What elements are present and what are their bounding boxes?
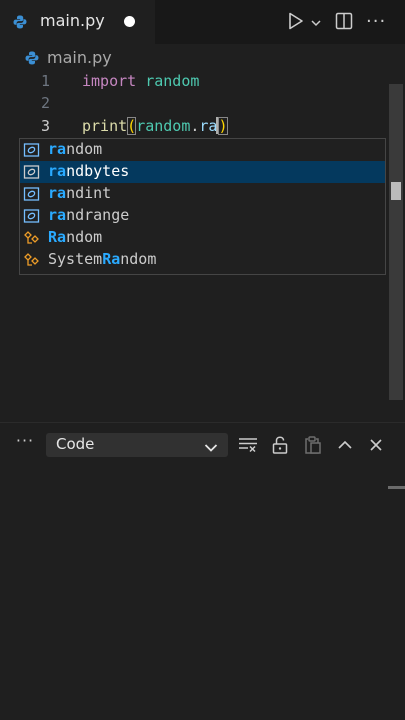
- breadcrumb-file[interactable]: main.py: [47, 48, 112, 67]
- suggestion-item[interactable]: SystemRandom: [20, 249, 385, 271]
- python-file-icon: [25, 50, 39, 65]
- suggestion-text: ndom: [66, 140, 103, 158]
- clear-output-icon[interactable]: [238, 435, 258, 455]
- output-channel-value: Code: [56, 435, 95, 453]
- match-text: ra: [48, 184, 67, 202]
- panel-more-icon[interactable]: ···: [14, 431, 36, 451]
- chevron-down-icon[interactable]: [310, 14, 322, 27]
- suggestion-item[interactable]: random: [20, 139, 385, 161]
- maximize-panel-icon[interactable]: [335, 435, 355, 455]
- function-print: print: [82, 117, 128, 135]
- python-file-icon: [13, 14, 27, 29]
- code-line-3[interactable]: print(random.ra): [82, 117, 228, 135]
- suggestion-text: ndom: [66, 228, 103, 246]
- suggestion-item[interactable]: randint: [20, 183, 385, 205]
- more-actions-icon[interactable]: ···: [366, 12, 386, 32]
- suggestion-text: ndom: [120, 250, 157, 268]
- close-paren: ): [218, 117, 228, 135]
- suggestion-prefix: System: [48, 250, 103, 268]
- line-number: 2: [40, 94, 50, 112]
- output-channel-select[interactable]: Code: [46, 433, 228, 457]
- split-editor-icon[interactable]: [335, 12, 353, 30]
- run-icon[interactable]: [288, 12, 304, 30]
- chevron-down-icon: [204, 439, 218, 452]
- suggestion-text: ndbytes: [66, 162, 130, 180]
- open-paren: (: [127, 117, 137, 135]
- suggestion-text: ndrange: [66, 206, 130, 224]
- unsaved-dot-icon[interactable]: [124, 16, 135, 27]
- line-number: 1: [40, 72, 50, 90]
- variable-icon: [23, 164, 40, 180]
- suggestion-text: ndint: [66, 184, 112, 202]
- variable-icon: [23, 142, 40, 158]
- match-text: ra: [48, 140, 67, 158]
- editor-scrollbar-thumb[interactable]: [389, 84, 403, 400]
- close-icon[interactable]: [366, 435, 386, 455]
- tab-main-py[interactable]: main.py: [0, 0, 155, 44]
- match-text: Ra: [48, 228, 67, 246]
- module-name: random: [145, 72, 200, 90]
- autocomplete-list[interactable]: random randbytes randint randrange Rando…: [19, 138, 386, 275]
- tab-label: main.py: [40, 11, 105, 30]
- panel-toolbar: ··· Code: [0, 423, 405, 467]
- panel-scrollbar[interactable]: [388, 486, 405, 489]
- suggestion-item[interactable]: Random: [20, 227, 385, 249]
- match-text: Ra: [102, 250, 121, 268]
- class-icon: [23, 252, 40, 268]
- typed-partial: ra: [199, 117, 218, 135]
- cursor-position-marker: [391, 182, 401, 200]
- suggestion-item[interactable]: randrange: [20, 205, 385, 227]
- match-text: ra: [48, 206, 67, 224]
- copy-clipboard-icon[interactable]: [303, 435, 323, 455]
- variable-icon: [23, 208, 40, 224]
- code-line-1[interactable]: import random: [82, 72, 199, 90]
- line-number-active: 3: [40, 117, 50, 135]
- output-panel[interactable]: [0, 467, 405, 720]
- class-icon: [23, 230, 40, 246]
- variable-icon: [23, 186, 40, 202]
- tab-bar: main.py ···: [0, 0, 405, 44]
- match-text: ra: [48, 162, 67, 180]
- module-ref: random: [136, 117, 191, 135]
- lock-icon[interactable]: [270, 435, 290, 455]
- keyword-import: import: [82, 72, 137, 90]
- suggestion-item-selected[interactable]: randbytes: [20, 161, 385, 183]
- breadcrumb: main.py: [0, 44, 405, 70]
